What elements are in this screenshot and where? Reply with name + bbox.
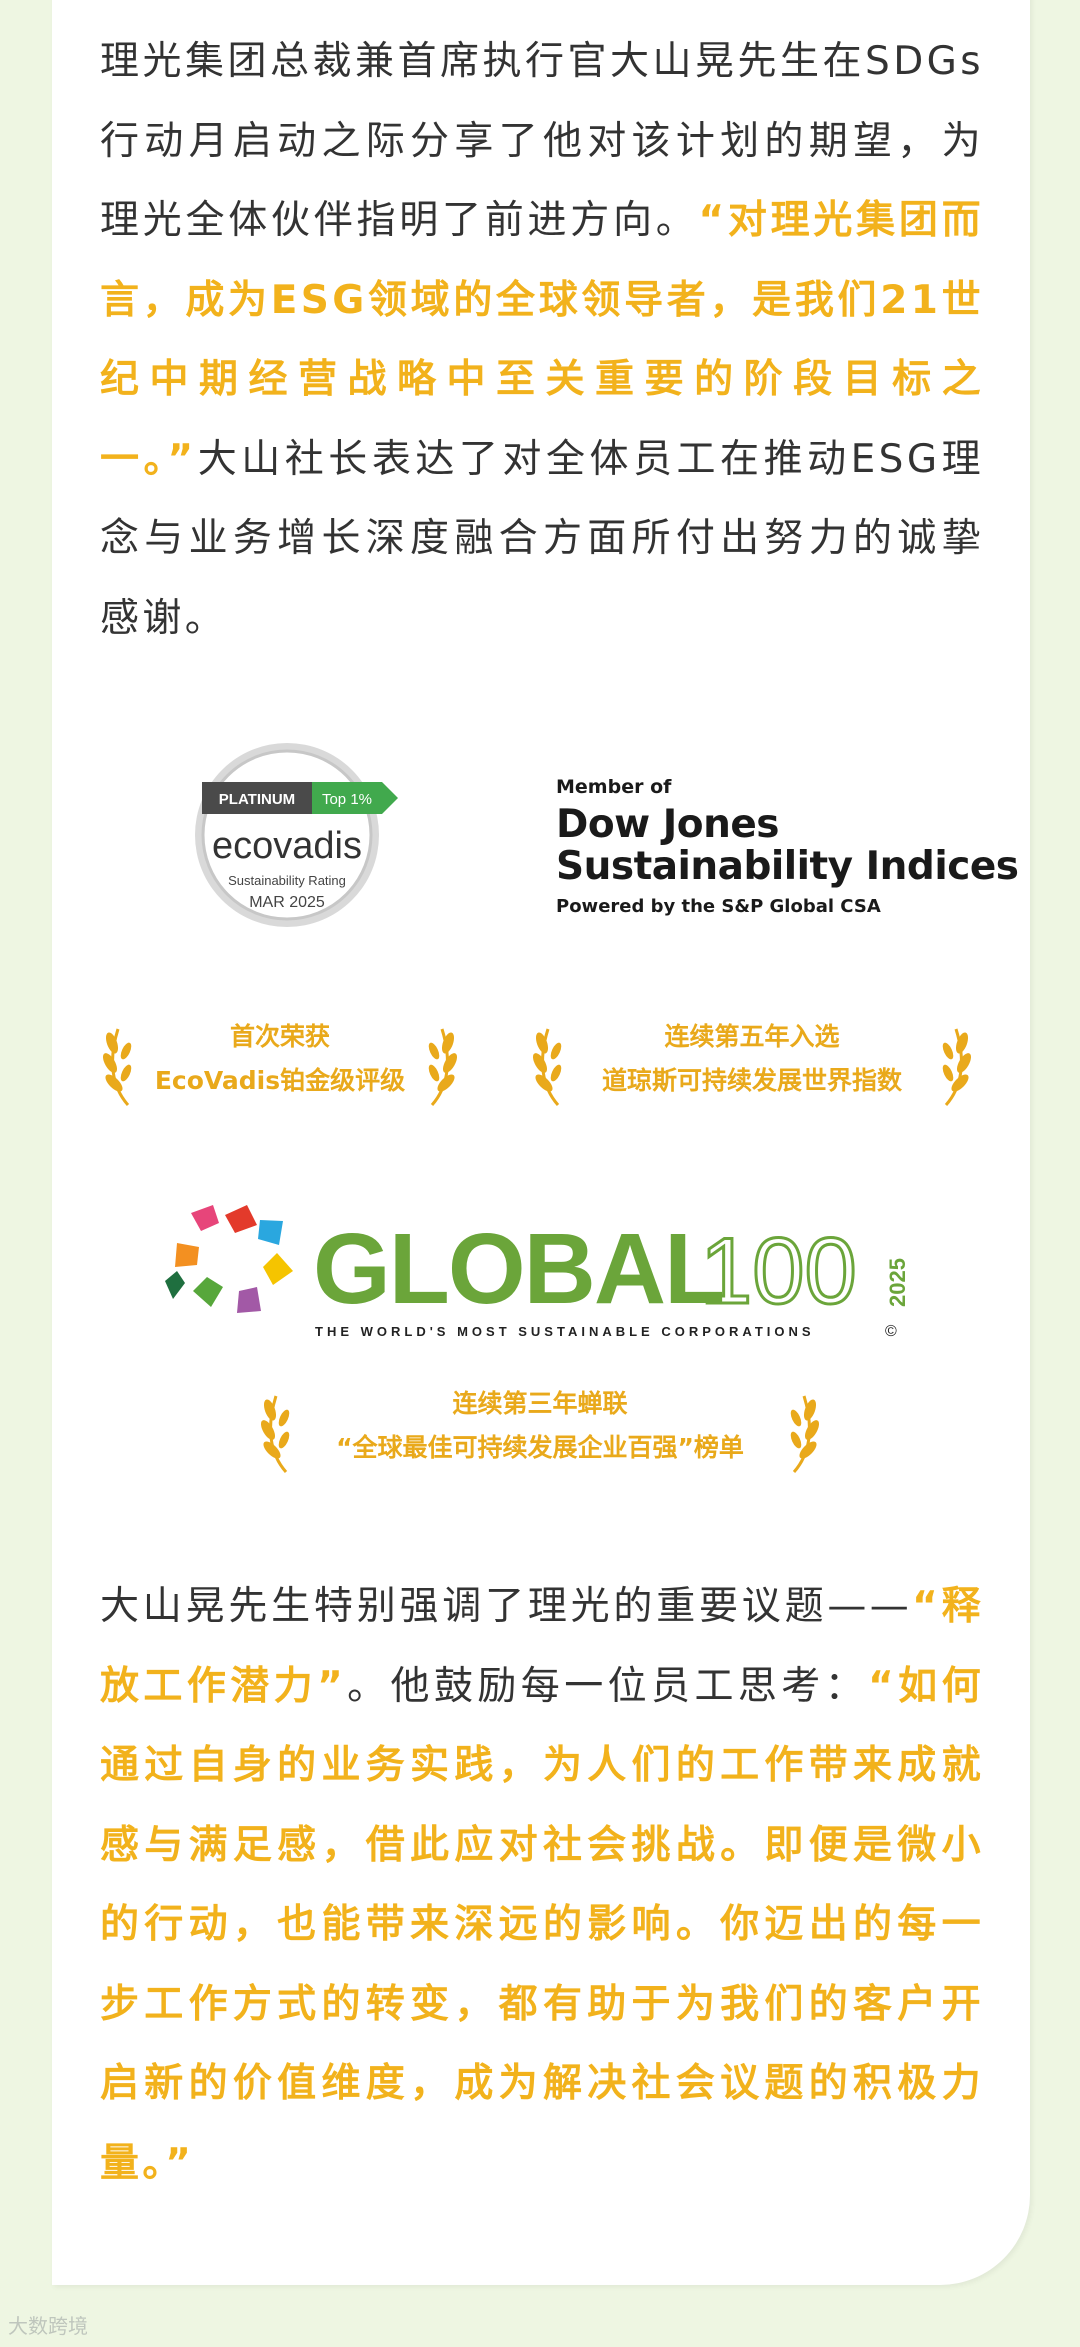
- dj-powered-by: Powered by the S&P Global CSA: [556, 896, 881, 917]
- dj-line2: Sustainability Indices: [556, 844, 1019, 889]
- laurel-left-icon: [533, 1028, 562, 1106]
- global100-logo: GLOBAL 100 2025 THE WORLD'S MOST SUSTAIN…: [165, 1205, 910, 1340]
- dow-jones-logo: Member of Dow Jones Sustainability Indic…: [556, 776, 1019, 917]
- platinum-label: PLATINUM: [219, 791, 295, 808]
- award-djsi: 连续第五年入选 道琼斯可持续发展世界指数: [530, 1015, 974, 1106]
- laurel-right-icon: [790, 1395, 819, 1473]
- laurel-left-icon: [103, 1028, 132, 1106]
- laurel-right-icon: [942, 1028, 971, 1106]
- rating-date: MAR 2025: [249, 894, 325, 911]
- award2-line1: 连续第五年入选: [664, 1022, 840, 1051]
- award3-line2: “全球最佳可持续发展企业百强”榜单: [336, 1433, 744, 1462]
- award3-line1: 连续第三年蝉联: [452, 1389, 628, 1418]
- watermark: 大数跨境: [8, 2314, 88, 2338]
- rating-label: Sustainability Rating: [228, 873, 346, 888]
- encourage-text: 。他鼓励每一位员工思考：: [346, 1663, 869, 1709]
- laurel-right-icon: [428, 1028, 457, 1106]
- ecovadis-badge: PLATINUM Top 1% ecovadis Sustainability …: [195, 743, 398, 927]
- tagline: THE WORLD'S MOST SUSTAINABLE CORPORATION…: [315, 1324, 815, 1339]
- year-label: 2025: [885, 1258, 910, 1307]
- ecovadis-wordmark: ecovadis: [212, 825, 362, 867]
- top-percent-label: Top 1%: [322, 791, 372, 808]
- laurel-left-icon: [261, 1395, 290, 1473]
- closing-paragraph: 大山晃先生特别强调了理光的重要议题——“释放工作潜力”。他鼓励每一位员工思考：“…: [100, 1567, 984, 2203]
- color-wheel-icon: [165, 1205, 293, 1313]
- copyright-mark: ©: [885, 1323, 897, 1340]
- award-ecovadis: 首次荣获 EcoVadis铂金级评级: [100, 1015, 460, 1106]
- intro-paragraph: 理光集团总裁兼首席执行官大山晃先生在SDGs行动月启动之际分享了他对该计划的期望…: [100, 22, 984, 658]
- dj-line1: Dow Jones: [556, 802, 780, 847]
- hundred-number: 100: [700, 1218, 857, 1323]
- thanks-text: 大山社长表达了对全体员工在推动ESG理念与业务增长深度融合方面所付出努力的诚挚感…: [100, 436, 984, 641]
- global-word: GLOBAL: [313, 1213, 723, 1325]
- award2-line2: 道琼斯可持续发展世界指数: [601, 1066, 902, 1095]
- dj-member-of: Member of: [556, 776, 672, 798]
- award-global100: 连续第三年蝉联 “全球最佳可持续发展企业百强”榜单: [258, 1382, 822, 1473]
- ceo-quote-2: “如何通过自身的业务实践，为人们的工作带来成就感与满足感，借此应对社会挑战。即便…: [100, 1663, 984, 2186]
- award1-line1: 首次荣获: [229, 1022, 330, 1051]
- award1-line2: EcoVadis铂金级评级: [154, 1066, 406, 1095]
- topic-intro: 大山晃先生特别强调了理光的重要议题——: [100, 1584, 913, 1629]
